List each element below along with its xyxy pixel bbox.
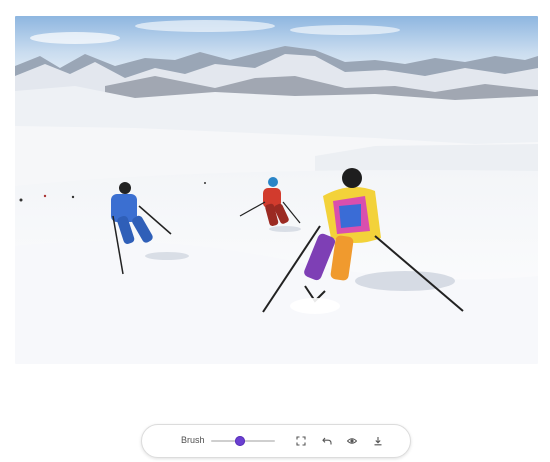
editor-image[interactable] (15, 16, 538, 364)
slider-thumb[interactable] (234, 436, 245, 446)
preview-button[interactable] (346, 435, 358, 447)
brush-size-slider[interactable] (211, 436, 275, 446)
brush-label: Brush (181, 435, 205, 445)
undo-icon (322, 437, 332, 445)
brush-toolbar: Brush (141, 424, 411, 458)
download-icon (374, 437, 382, 446)
expand-button[interactable] (295, 435, 307, 447)
ski-photo (15, 16, 538, 364)
eye-icon (347, 438, 357, 444)
undo-button[interactable] (321, 435, 333, 447)
download-button[interactable] (372, 435, 384, 447)
expand-icon (296, 436, 306, 446)
